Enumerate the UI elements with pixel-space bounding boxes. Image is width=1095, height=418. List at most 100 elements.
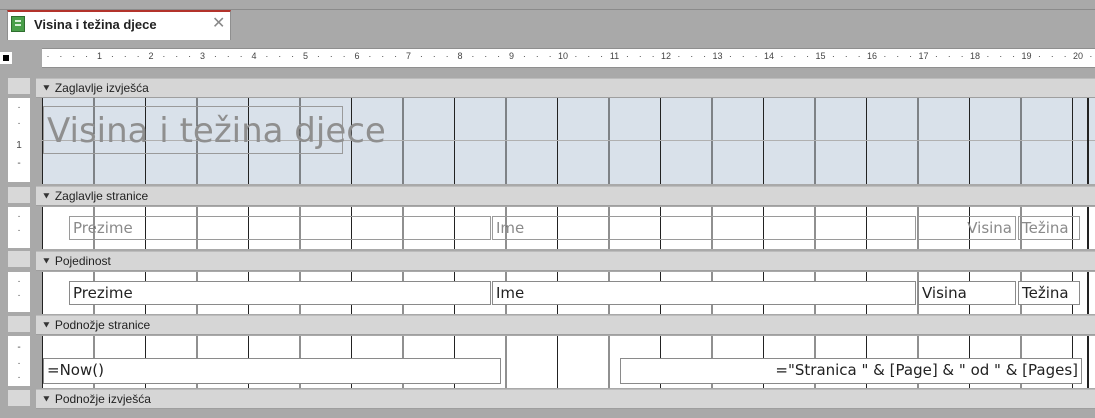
section-selector-page-header[interactable] — [8, 187, 30, 203]
section-bar-page-footer[interactable]: ⯆ Podnožje stranice — [36, 315, 1095, 335]
field-page-number[interactable]: ="Stranica " & [Page] & " od " & [Pages] — [620, 358, 1082, 384]
ruler-minor-tick: · — [265, 51, 269, 61]
vertical-ruler-detail: · · — [8, 272, 30, 312]
ruler-tick-label: 7 — [405, 51, 412, 61]
ruler-tick-label: 19 — [1021, 51, 1032, 61]
section-selector-detail[interactable] — [8, 251, 30, 267]
ruler-tick-label: 1 — [96, 51, 103, 61]
ruler-minor-tick: · — [1063, 51, 1067, 61]
ruler-minor-tick: · — [947, 51, 951, 61]
vertical-ruler-mark: 1 — [16, 140, 22, 151]
ruler-minor-tick: · — [110, 51, 114, 61]
ruler-minor-tick: · — [484, 51, 488, 61]
section-label-page-header: Zaglavlje stranice — [54, 189, 149, 203]
field-ime[interactable]: Ime — [492, 281, 916, 305]
ruler-minor-tick: · — [690, 51, 694, 61]
document-tab-strip: Visina i težina djece ✕ — [0, 0, 1095, 40]
field-visina[interactable]: Visina — [918, 281, 1016, 305]
ruler-tick-label: 2 — [148, 51, 154, 61]
ruler-minor-tick: · — [59, 51, 63, 61]
section-selector-page-footer[interactable] — [8, 316, 30, 332]
ruler-minor-tick: · — [844, 51, 848, 61]
page-header-area[interactable]: Prezime Ime Visina Težina — [42, 207, 1095, 249]
ruler-minor-tick: · — [471, 51, 475, 61]
label-prezime[interactable]: Prezime — [69, 216, 491, 240]
label-ime[interactable]: Ime — [492, 216, 916, 240]
ruler-minor-tick: · — [445, 51, 449, 61]
ruler-minor-tick: · — [999, 51, 1003, 61]
field-date-now[interactable]: =Now() — [43, 358, 501, 384]
ruler-tick-label: 15 — [815, 51, 826, 61]
section-selector-report-footer[interactable] — [8, 390, 30, 406]
report-tab[interactable]: Visina i težina djece ✕ — [7, 10, 231, 40]
ruler-minor-tick: · — [986, 51, 990, 61]
ruler-minor-tick: · — [587, 51, 591, 61]
close-icon[interactable]: ✕ — [212, 13, 225, 32]
ruler-tick-label: 6 — [354, 51, 360, 61]
section-arrow-icon: ⯆ — [42, 191, 51, 203]
ruler-minor-tick: · — [960, 51, 964, 61]
ruler-minor-tick: · — [497, 51, 501, 61]
field-tezina[interactable]: Težina — [1018, 281, 1080, 305]
detail-area[interactable]: Prezime Ime Visina Težina — [42, 272, 1095, 314]
tab-title: Visina i težina djece — [34, 17, 157, 32]
report-header-area[interactable]: Visina i težina djece — [42, 98, 1095, 184]
ruler-minor-tick: · — [162, 51, 166, 61]
ruler-minor-tick: · — [638, 51, 642, 61]
ruler-tick-label: 13 — [712, 51, 723, 61]
vertical-ruler-strip: · · 1 - · · · · - · · — [0, 76, 36, 418]
ruler-minor-tick: · — [857, 51, 861, 61]
ruler-minor-tick: · — [522, 51, 526, 61]
section-bar-page-header[interactable]: ⯆ Zaglavlje stranice — [36, 186, 1095, 206]
report-design-surface: ⯆ Zaglavlje izvješća Visina i težina djec… — [36, 76, 1095, 418]
field-prezime[interactable]: Prezime — [69, 281, 491, 305]
ruler-tick-label: 18 — [969, 51, 981, 61]
ruler-minor-tick: · — [175, 51, 179, 61]
ruler-tick-label: 3 — [199, 51, 206, 61]
ruler-minor-tick: · — [574, 51, 578, 61]
ruler-minor-tick: · — [1012, 51, 1016, 61]
ruler-minor-tick: · — [188, 51, 192, 61]
section-label-page-footer: Podnožje stranice — [54, 318, 151, 332]
ruler-minor-tick: · — [123, 51, 127, 61]
horizontal-ruler[interactable]: · · · · · · · · · · · · · · · · · · · · · · · · · · · · · · · · · · · · · · · ·… — [42, 48, 1095, 68]
ruler-minor-tick: · — [909, 51, 913, 61]
report-title-label[interactable]: Visina i težina djece — [43, 106, 386, 154]
vertical-ruler-page-header: · · — [8, 207, 30, 248]
ruler-minor-tick: · — [72, 51, 76, 61]
ruler-minor-tick: · — [136, 51, 140, 61]
report-selector-box[interactable] — [0, 52, 12, 64]
ruler-minor-tick: · — [625, 51, 629, 61]
ruler-tick-label: 11 — [609, 51, 620, 61]
section-bar-report-header[interactable]: ⯆ Zaglavlje izvješća — [36, 78, 1095, 98]
ruler-minor-tick: · — [600, 51, 604, 61]
section-arrow-icon: ⯆ — [42, 256, 51, 268]
section-bar-detail[interactable]: ⯆ Pojedinost — [36, 251, 1095, 271]
ruler-minor-tick: · — [226, 51, 230, 61]
ruler-minor-tick: · — [703, 51, 707, 61]
section-arrow-icon: ⯆ — [42, 320, 51, 332]
ruler-minor-tick: · — [651, 51, 655, 61]
ruler-minor-tick: · — [46, 51, 50, 61]
ruler-minor-tick: · — [368, 51, 372, 61]
ruler-tick-label: 16 — [866, 51, 878, 61]
label-visina[interactable]: Visina — [918, 216, 1016, 240]
label-tezina[interactable]: Težina — [1018, 216, 1080, 240]
section-label-detail: Pojedinost — [54, 254, 111, 268]
section-arrow-icon: ⯆ — [42, 83, 51, 95]
ruler-tick-label: 9 — [508, 51, 515, 61]
page-footer-area[interactable]: =Now() ="Stranica " & [Page] & " od " & … — [42, 336, 1095, 388]
ruler-minor-tick: · — [548, 51, 552, 61]
ruler-tick-label: 14 — [763, 51, 775, 61]
section-selector-report-header[interactable] — [8, 78, 30, 94]
vertical-ruler-page-footer: - · · — [8, 336, 30, 386]
ruler-minor-tick: · — [535, 51, 539, 61]
ruler-minor-tick: · — [831, 51, 835, 61]
ruler-minor-tick: · — [278, 51, 282, 61]
report-icon — [11, 16, 25, 32]
ruler-minor-tick: · — [432, 51, 436, 61]
ruler-minor-tick: · — [1050, 51, 1054, 61]
section-bar-report-footer[interactable]: ⯆ Podnožje izvješća — [36, 389, 1095, 409]
ruler-minor-tick: · — [934, 51, 938, 61]
ruler-minor-tick: · — [1037, 51, 1041, 61]
